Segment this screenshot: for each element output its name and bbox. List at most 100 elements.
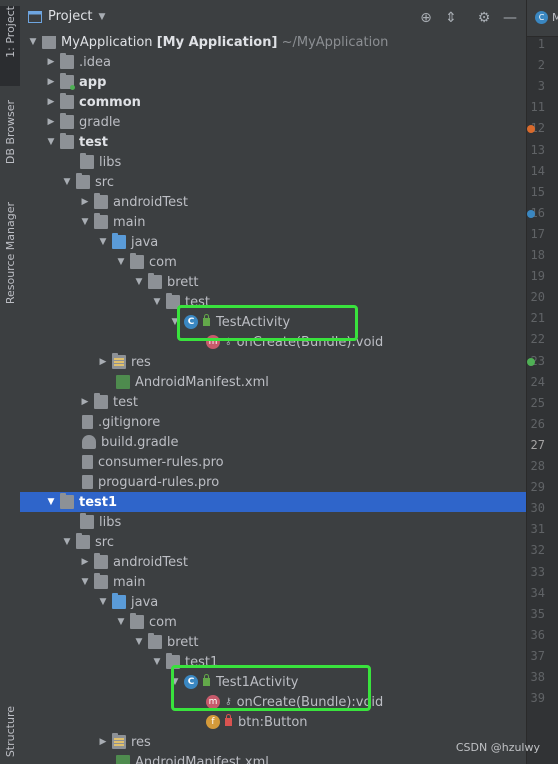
tree-item-com[interactable]: ▼ com [20,612,526,632]
source-folder-icon [112,593,126,609]
locate-icon[interactable]: ⊕ [418,10,434,26]
tree-item-res[interactable]: ▶ res [20,732,526,752]
chevron-right-icon[interactable]: ▶ [44,92,58,112]
chevron-right-icon[interactable]: ▶ [78,392,92,412]
chevron-down-icon[interactable]: ▼ [78,212,92,232]
chevron-down-icon[interactable]: ▼ [114,612,128,632]
chevron-right-icon[interactable]: ▶ [44,52,58,72]
tree-item-src[interactable]: ▼ src [20,172,526,192]
tree-item-main[interactable]: ▼ main [20,212,526,232]
folder-icon [94,193,108,209]
tree-item-gitignore[interactable]: .gitignore [20,412,526,432]
tree-item-label: libs [99,154,122,170]
library-module-icon [60,493,74,509]
gutter-marker-icon[interactable] [527,209,535,218]
tree-item-label: java [131,234,159,250]
tree-item-src[interactable]: ▼ src [20,532,526,552]
line-number: 21 [530,311,545,326]
class-icon: C [535,11,548,24]
tree-item-label: AndroidManifest.xml [135,374,269,390]
collapse-all-icon[interactable]: ⇕ [443,10,459,26]
tree-item-brett[interactable]: ▼ brett [20,272,526,292]
tree-item-main[interactable]: ▼ main [20,572,526,592]
tree-item-androidtest[interactable]: ▶ androidTest [20,192,526,212]
tree-item-consumer-rules[interactable]: consumer-rules.pro [20,452,526,472]
project-tree: ▼ MyApplication [My Application] ~/MyApp… [20,36,526,764]
chevron-down-icon[interactable]: ▼ [150,652,164,672]
chevron-right-icon[interactable]: ▶ [44,112,58,132]
chevron-down-icon[interactable]: ▼ [60,172,74,192]
tree-item-label: brett [167,274,199,290]
package-icon [148,633,162,649]
tree-item-test-folder[interactable]: ▶ test [20,392,526,412]
tree-item-com[interactable]: ▼ com [20,252,526,272]
folder-icon [94,573,108,589]
chevron-right-icon[interactable]: ▶ [96,352,110,372]
tree-item-brett[interactable]: ▼ brett [20,632,526,652]
side-tab-structure[interactable]: Structure [0,706,20,762]
line-number: 37 [530,648,545,663]
line-number: 14 [530,163,545,178]
chevron-down-icon[interactable]: ▼ [96,232,110,252]
tree-item-btn[interactable]: f btn:Button [20,712,526,732]
tree-item-androidmanifest[interactable]: AndroidManifest.xml [20,752,526,764]
line-number: 26 [530,416,545,431]
editor-tab[interactable]: C M [527,0,558,37]
chevron-down-icon[interactable]: ▼ [150,292,164,312]
tree-item-androidtest[interactable]: ▶ androidTest [20,552,526,572]
tree-item-androidmanifest[interactable]: AndroidManifest.xml [20,372,526,392]
tree-item-idea[interactable]: ▶ .idea [20,52,526,72]
tree-item-label: main [113,214,146,230]
tree-item-proguard-rules[interactable]: proguard-rules.pro [20,472,526,492]
editor-tab-label: M [552,11,558,24]
chevron-down-icon[interactable]: ▼ [114,252,128,272]
chevron-down-icon[interactable]: ▼ [96,592,110,612]
project-view-selector[interactable]: Project ▼ [28,9,105,24]
tree-root-myapplication[interactable]: ▼ MyApplication [My Application] ~/MyApp… [20,36,526,52]
tree-item-label: src [95,174,114,190]
hide-icon[interactable]: — [502,10,518,26]
tool-window-strip: 1: Project DB Browser Resource Manager S… [0,0,21,764]
side-tab-db-browser[interactable]: DB Browser [0,100,20,182]
tree-item-build-gradle[interactable]: build.gradle [20,432,526,452]
project-tool-window-header: Project ▼ ⊕ ⇕ ⚙ — [20,0,526,37]
gradle-icon [82,435,96,449]
line-number: 27 [530,437,545,452]
line-number: 25 [530,395,545,410]
chevron-down-icon[interactable]: ▼ [60,532,74,552]
gutter-marker-icon[interactable] [527,357,535,366]
tree-item-test-module[interactable]: ▼ test [20,132,526,152]
side-tab-project[interactable]: 1: Project [0,6,20,86]
chevron-down-icon[interactable]: ▼ [132,632,146,652]
tree-item-gradle[interactable]: ▶ gradle [20,112,526,132]
tree-item-common[interactable]: ▶ common [20,92,526,112]
side-tab-resource-manager[interactable]: Resource Manager [0,202,20,320]
tree-item-libs[interactable]: libs [20,152,526,172]
settings-icon[interactable]: ⚙ [476,10,492,26]
tree-item-java[interactable]: ▼ java [20,592,526,612]
tree-item-label: common [79,94,141,110]
chevron-down-icon[interactable]: ▼ [132,272,146,292]
tree-item-libs[interactable]: libs [20,512,526,532]
line-number: 13 [530,142,545,157]
chevron-down-icon[interactable]: ▼ [78,572,92,592]
line-number: 3 [537,79,545,94]
chevron-right-icon[interactable]: ▶ [78,552,92,572]
chevron-right-icon[interactable]: ▶ [96,732,110,752]
tree-item-res[interactable]: ▶ res [20,352,526,372]
tree-item-app[interactable]: ▶ app [20,72,526,92]
chevron-down-icon[interactable]: ▼ [26,36,40,52]
side-tab-structure-label: Structure [3,706,17,758]
chevron-down-icon[interactable]: ▼ [44,132,58,152]
line-number: 30 [530,501,545,516]
module-folder-icon [60,73,75,90]
tree-item-java[interactable]: ▼ java [20,232,526,252]
chevron-right-icon[interactable]: ▶ [44,72,58,92]
tree-item-test1-module[interactable]: ▼ test1 [20,492,526,512]
chevron-down-icon[interactable]: ▼ [44,492,58,512]
package-icon [148,273,162,289]
chevron-right-icon[interactable]: ▶ [78,192,92,212]
line-number: 35 [530,606,545,621]
tree-item-label: .gitignore [98,414,161,430]
side-tab-db-browser-label: DB Browser [3,100,17,165]
